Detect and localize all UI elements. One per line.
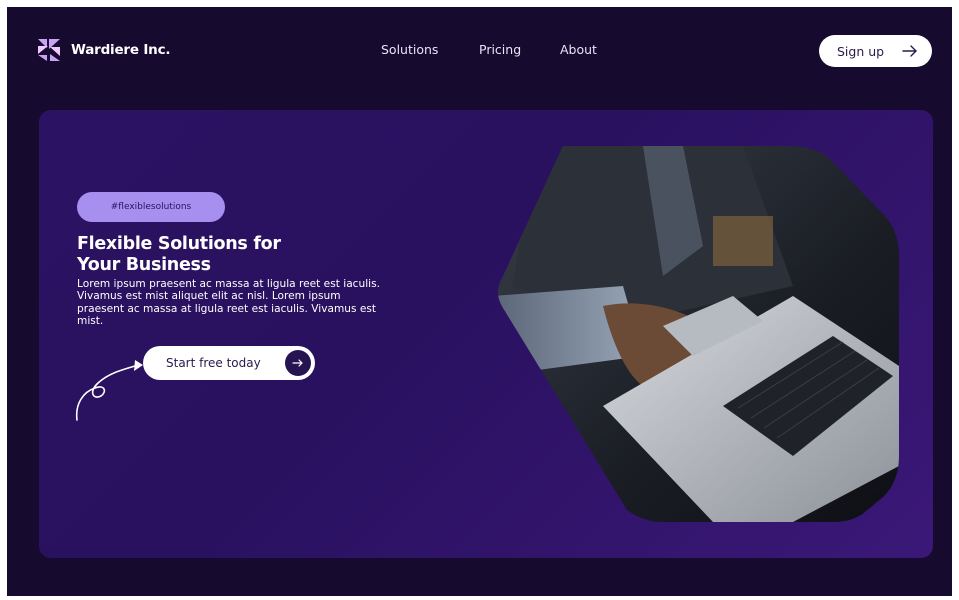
laptop-photo	[498, 146, 899, 522]
cta-arrow-badge	[285, 350, 311, 376]
nav-item-solutions[interactable]: Solutions	[381, 42, 438, 57]
hero-title: Flexible Solutions for Your Business	[77, 234, 337, 276]
hero-title-line-2: Your Business	[77, 255, 211, 275]
nav-item-about[interactable]: About	[560, 42, 597, 57]
start-free-button[interactable]: Start free today	[143, 346, 315, 380]
brand-logo-icon	[38, 39, 60, 61]
signup-button[interactable]: Sign up	[819, 35, 932, 67]
hero-description: Lorem ipsum praesent ac massa at ligula …	[77, 278, 380, 328]
brand[interactable]: Wardiere Inc.	[38, 39, 171, 61]
hero-title-line-1: Flexible Solutions for	[77, 234, 281, 254]
signup-label: Sign up	[837, 43, 885, 59]
hashtag-text: #flexiblesolutions	[110, 202, 192, 212]
arrow-right-icon	[292, 359, 303, 367]
nav-item-pricing[interactable]: Pricing	[479, 42, 521, 57]
landing-page: Wardiere Inc. Solutions Pricing About Si…	[7, 7, 952, 596]
arrow-right-icon	[902, 45, 917, 57]
start-free-label: Start free today	[166, 356, 261, 370]
brand-name: Wardiere Inc.	[71, 42, 171, 58]
curly-arrow-icon	[75, 360, 143, 421]
hashtag-badge: #flexiblesolutions	[77, 192, 225, 222]
hero-card: #flexiblesolutions Flexible Solutions fo…	[39, 110, 933, 558]
